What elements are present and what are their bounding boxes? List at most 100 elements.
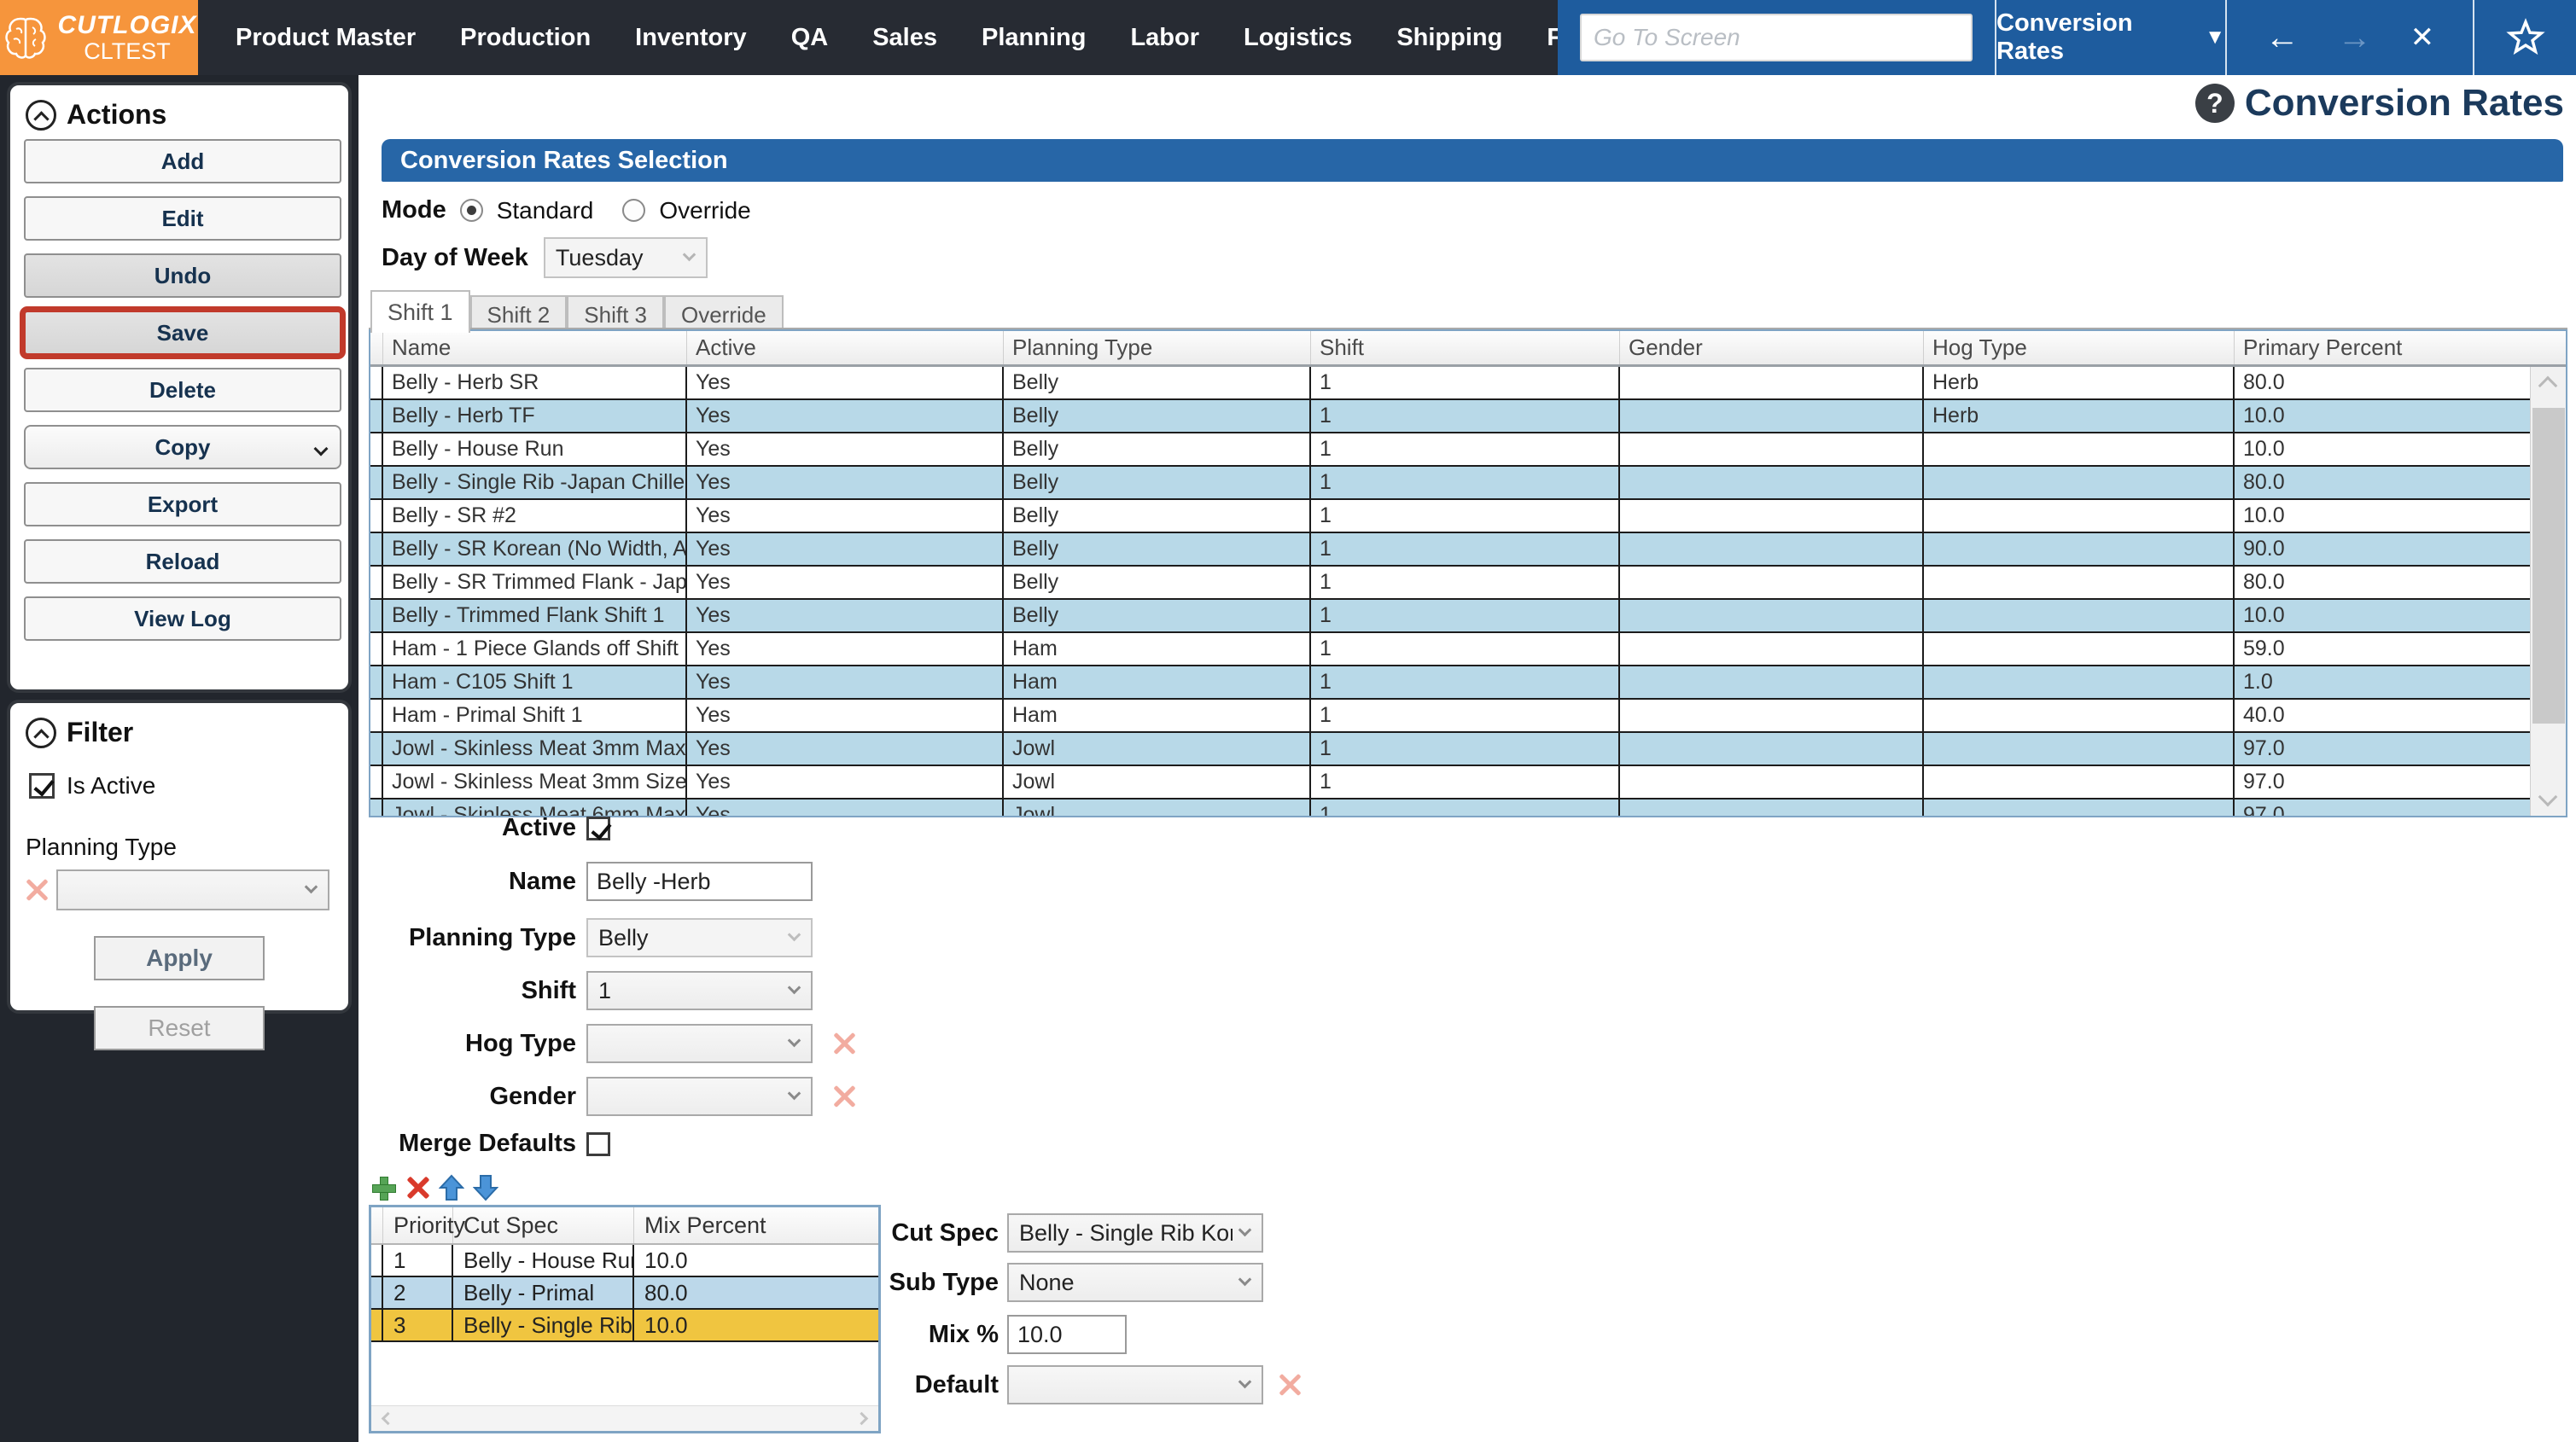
screen-selector-dropdown[interactable]: Conversion Rates ▼ [1996,0,2225,75]
scroll-up-icon[interactable] [2538,375,2558,396]
table-cell: 97.0 [2243,736,2285,760]
column-header-priority[interactable]: Priority [383,1207,465,1243]
clear-gender-x-icon[interactable] [831,1084,857,1109]
table-cell: Herb [1924,400,2235,432]
button-label: Undo [154,262,212,288]
move-down-arrow-icon[interactable] [473,1174,498,1201]
vertical-scrollbar[interactable] [2530,367,2566,816]
column-header-planning-type[interactable]: Planning Type [1004,331,1311,364]
column-header-shift[interactable]: Shift [1311,331,1620,364]
scroll-left-icon[interactable] [381,1411,395,1426]
nav-item-planning[interactable]: Planning [982,24,1086,52]
export-button[interactable]: Export [24,482,341,526]
table-row[interactable]: Jowl - Skinless Meat 6mm Max Sl Yes Jowl 1 9… [370,799,2532,816]
goto-screen-input[interactable] [1582,15,1971,60]
edit-button[interactable]: Edit [24,196,341,241]
table-row[interactable]: Jowl - Skinless Meat 3mm Max Sl Yes Jowl 1 9… [370,733,2532,766]
nav-item-labor[interactable]: Labor [1130,24,1199,52]
scrollbar-thumb[interactable] [2532,408,2565,724]
table-row[interactable]: Belly - Herb TF Yes Belly 1 Herb 10.0 [370,400,2532,433]
conversion-rates-table: Name Active Planning Type Shift Gender Hog Ty… [369,329,2567,817]
help-icon[interactable]: ? [2194,84,2235,123]
reload-button[interactable]: Reload [24,539,341,584]
table-cell [1620,633,1924,665]
column-header-mix-percent[interactable]: Mix Percent [634,1207,878,1243]
table-cell [1620,666,1924,698]
scroll-down-icon[interactable] [2538,787,2558,807]
collapse-chevron-icon[interactable] [26,99,56,131]
nav-item-inventory[interactable]: Inventory [635,24,747,52]
undo-button[interactable]: Undo [24,253,341,298]
table-row[interactable]: Jowl - Skinless Meat 3mm Sized S Yes Jowl 1… [370,766,2532,799]
table-row[interactable]: Ham - C105 Shift 1 Yes Ham 1 1.0 [370,666,2532,700]
mix-table-row[interactable]: 1Belly - House Run (2) 10.0 [371,1245,878,1277]
mix-table-row[interactable]: 3Belly - Single Rib Korea 10.0 [371,1310,878,1342]
table-cell [1924,433,2235,465]
clear-default-x-icon[interactable] [1277,1372,1303,1398]
apply-button[interactable]: Apply [94,936,265,980]
add-button[interactable]: Add [24,139,341,183]
scroll-right-icon[interactable] [854,1411,869,1426]
close-icon[interactable]: ✕ [2410,23,2435,52]
horizontal-scrollbar[interactable] [371,1405,878,1431]
filter-planning-type-dropdown[interactable] [56,869,329,910]
nav-item-logistics[interactable]: Logistics [1244,24,1352,52]
table-cell: Ham [1004,700,1311,731]
merge-defaults-checkbox[interactable] [586,1131,610,1156]
nav-item-production[interactable]: Production [460,24,591,52]
table-cell [1620,433,1924,465]
name-input[interactable] [586,862,813,901]
shift-dropdown[interactable]: 1 [586,971,813,1010]
save-button[interactable]: Save [20,306,346,359]
mode-standard-radio[interactable] [459,199,483,222]
button-label: Reload [145,548,220,574]
nav-item-qa[interactable]: QA [791,24,829,52]
mix-percent-input[interactable] [1007,1315,1127,1354]
add-row-plus-icon[interactable] [370,1175,396,1201]
table-row[interactable]: Ham - 1 Piece Glands off Shift 1 Yes Ham 1 5… [370,633,2532,666]
column-header-active[interactable]: Active [687,331,1004,364]
table-row[interactable]: Belly - SR Korean (No Width, All B Yes Bel… [370,533,2532,567]
button-label: Add [160,148,205,174]
column-header-primary-percent[interactable]: Primary Percent [2235,331,2566,364]
table-row[interactable]: Belly - SR Trimmed Flank - Japan Yes Belly… [370,567,2532,600]
back-arrow-icon[interactable]: ← [2265,20,2299,55]
table-row[interactable]: Ham - Primal Shift 1 Yes Ham 1 40.0 [370,700,2532,733]
mix-table-row[interactable]: 2 Belly - Primal 80.0 [371,1277,878,1310]
planning-type-dropdown[interactable]: Belly [586,918,813,957]
gender-dropdown[interactable] [586,1077,813,1116]
table-row[interactable]: Belly - SR #2 Yes Belly 1 10.0 [370,500,2532,533]
star-icon[interactable] [2505,18,2545,57]
sub-type-dropdown[interactable]: None [1007,1263,1263,1302]
copy-button[interactable]: Copy [24,425,341,469]
table-row[interactable]: Belly - House Run Yes Belly 1 10.0 [370,433,2532,467]
nav-item-sales[interactable]: Sales [872,24,937,52]
view-log-button[interactable]: View Log [24,596,341,641]
column-header-hog-type[interactable]: Hog Type [1924,331,2235,364]
day-of-week-dropdown[interactable]: Tuesday [543,237,708,278]
cut-spec-dropdown[interactable]: Belly - Single Rib Korea [1007,1213,1263,1253]
column-header-name[interactable]: Name [383,331,687,364]
table-row[interactable]: Belly - Trimmed Flank Shift 1 Yes Belly 1 10… [370,600,2532,633]
mix-table-cell: Belly - House Run (2) [453,1245,634,1276]
default-dropdown[interactable] [1007,1365,1263,1404]
forward-arrow-icon[interactable]: → [2338,20,2372,55]
mode-override-radio[interactable] [622,199,646,222]
reset-button[interactable]: Reset [94,1006,265,1050]
delete-row-x-icon[interactable] [405,1175,430,1201]
nav-item-product-master[interactable]: Product Master [236,24,416,52]
table-row[interactable]: Belly - Single Rib -Japan Chilled S Yes Be… [370,467,2532,500]
nav-item-shipping[interactable]: Shipping [1396,24,1502,52]
hog-type-dropdown[interactable] [586,1024,813,1063]
clear-hog-type-x-icon[interactable] [831,1031,857,1056]
move-up-arrow-icon[interactable] [439,1174,464,1201]
clear-filter-x-icon[interactable] [24,877,50,903]
column-header-cut-spec[interactable]: Cut Spec [453,1207,634,1243]
collapse-chevron-icon[interactable] [26,717,56,748]
table-row[interactable]: Belly - Herb SR Yes Belly 1 Herb 80.0 [370,367,2532,400]
is-active-checkbox[interactable] [29,773,55,799]
delete-button[interactable]: Delete [24,368,341,412]
tab-shift-1[interactable]: Shift 1 [370,290,470,333]
active-checkbox[interactable] [586,816,610,840]
column-header-gender[interactable]: Gender [1620,331,1924,364]
